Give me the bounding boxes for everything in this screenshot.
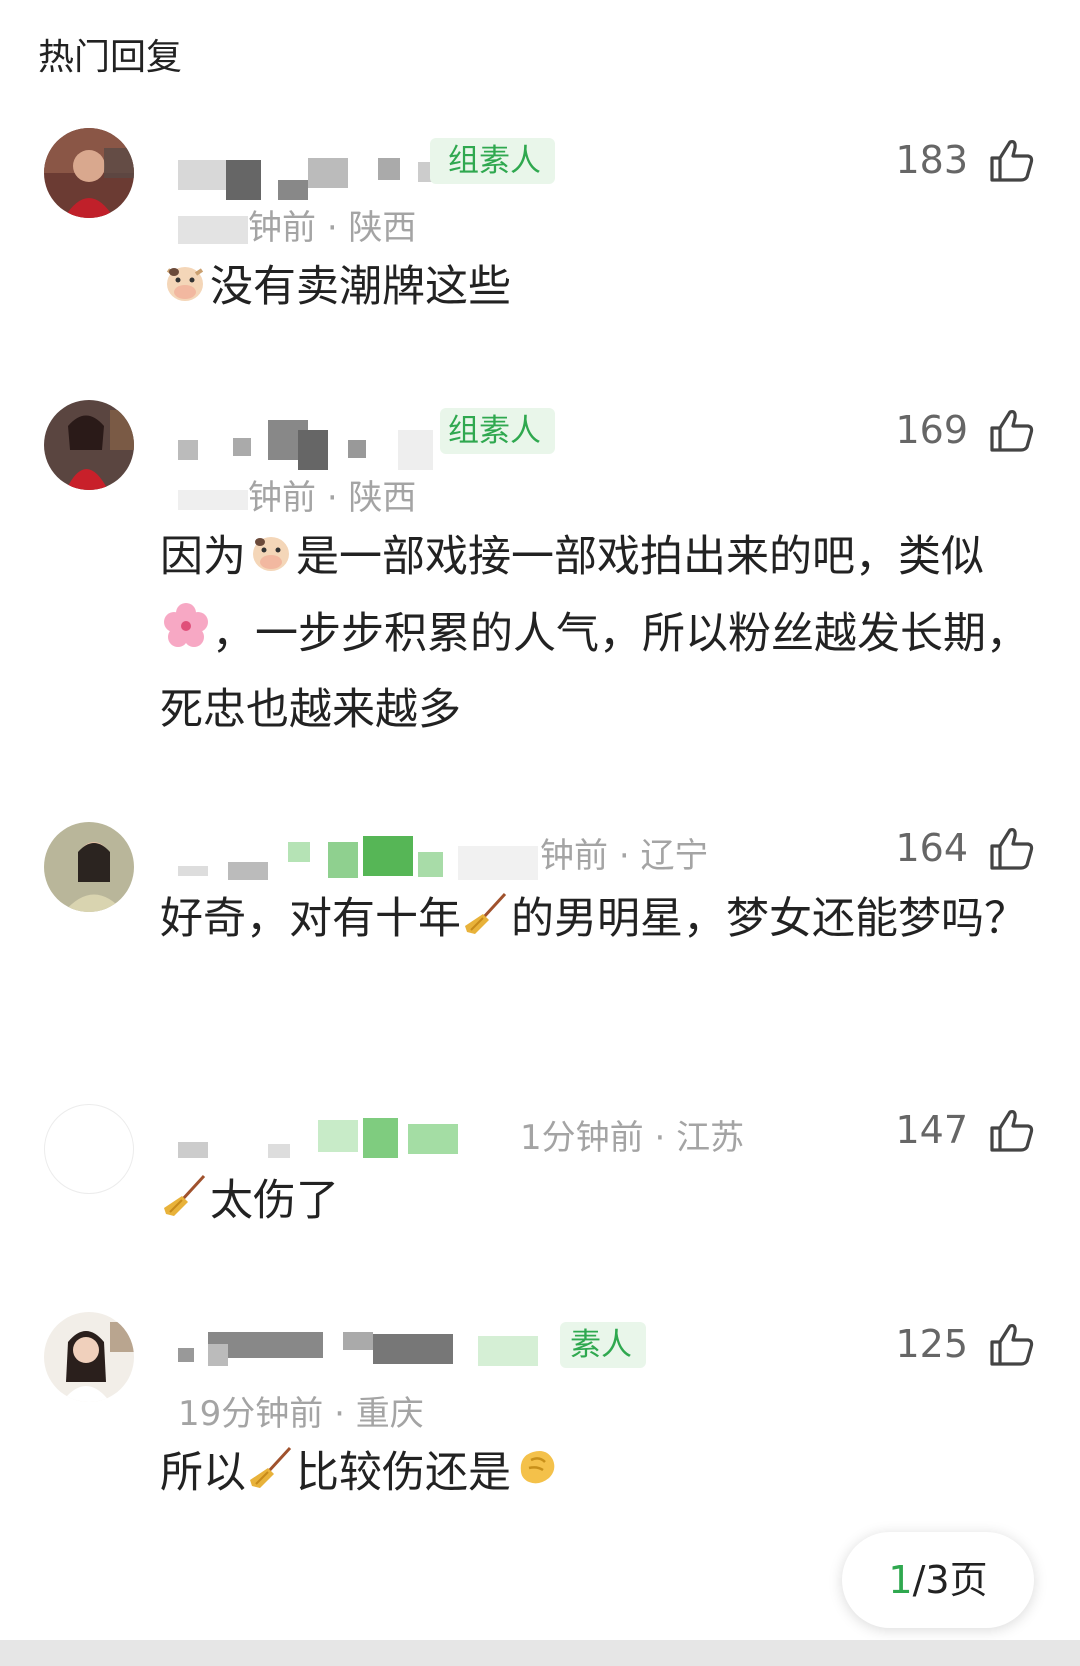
- broom-icon: [162, 1167, 208, 1241]
- comment-text: 所以 比较伤还是: [160, 1436, 1030, 1513]
- comment-meta: 钟前 · 陕西: [178, 200, 416, 249]
- cow-face-icon: [162, 253, 208, 327]
- comment-meta: 19分钟前 · 重庆: [178, 1394, 424, 1434]
- bottom-bar: [0, 1640, 1080, 1666]
- fan-badge: 素人: [560, 1322, 646, 1368]
- comment-meta: 钟前 · 陕西: [178, 470, 416, 519]
- fan-badge: 组素人: [440, 408, 555, 454]
- comment-text: 没有卖潮牌这些: [160, 250, 1030, 327]
- current-page: 1: [888, 1558, 913, 1602]
- comment-text: 因为 是一部戏接一部戏拍出来的吧，类似 ，一步步积累的人气，所以粉丝越发长期，死…: [160, 520, 1030, 747]
- comment-meta: 1分钟前 · 江苏: [520, 1118, 745, 1158]
- page-indicator[interactable]: 1/3页: [842, 1532, 1034, 1628]
- username-obscured[interactable]: [178, 836, 538, 886]
- comment-meta: 钟前 · 辽宁: [540, 836, 709, 876]
- avatar[interactable]: [44, 1312, 134, 1402]
- like-count: 169: [895, 408, 968, 452]
- thumbs-up-icon[interactable]: [986, 1320, 1036, 1370]
- thumbs-up-icon[interactable]: [986, 136, 1036, 186]
- cow-face-icon: [248, 523, 294, 597]
- like-count: 183: [895, 138, 968, 182]
- section-title: 热门回复: [38, 37, 183, 78]
- username-obscured[interactable]: [178, 1118, 498, 1168]
- comment-text: 太伤了: [160, 1164, 1030, 1241]
- thumbs-up-icon[interactable]: [986, 406, 1036, 456]
- comment-text: 好奇，对有十年 的男明星，梦女还能梦吗？: [160, 882, 1030, 959]
- like-count: 164: [895, 826, 968, 870]
- like-count: 125: [895, 1322, 968, 1366]
- total-pages: /3页: [912, 1558, 988, 1602]
- fan-badge: 组素人: [430, 138, 555, 184]
- avatar[interactable]: [44, 1104, 134, 1194]
- broom-icon: [463, 885, 509, 959]
- thumbs-up-icon[interactable]: [986, 824, 1036, 874]
- broom-icon: [248, 1439, 294, 1513]
- avatar[interactable]: [44, 822, 134, 912]
- username-obscured[interactable]: [178, 1332, 558, 1382]
- pinching-hand-icon: [513, 1439, 561, 1513]
- cherry-blossom-icon: [162, 599, 210, 673]
- avatar[interactable]: [44, 128, 134, 218]
- avatar[interactable]: [44, 400, 134, 490]
- thumbs-up-icon[interactable]: [986, 1106, 1036, 1156]
- like-count: 147: [895, 1108, 968, 1152]
